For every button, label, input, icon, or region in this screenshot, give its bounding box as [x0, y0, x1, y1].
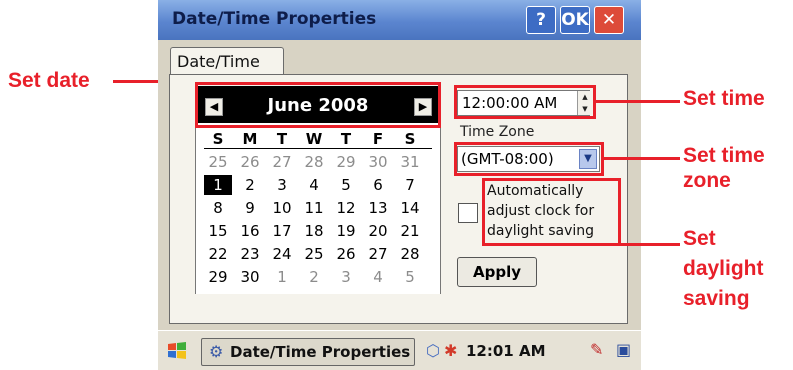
calendar-day[interactable]: 11	[300, 198, 328, 218]
calendar-day[interactable]: 2	[236, 175, 264, 195]
dst-checkbox[interactable]	[458, 203, 478, 223]
system-tray: ⬡ ✱ 12:01 AM	[426, 337, 574, 367]
calendar-day[interactable]: 25	[204, 152, 232, 172]
calendar-day[interactable]: 8	[204, 198, 232, 218]
calendar-day[interactable]: 17	[268, 221, 296, 241]
calendar-day[interactable]: 24	[268, 244, 296, 264]
help-button[interactable]: ?	[526, 6, 556, 34]
calendar-day[interactable]: 1	[268, 267, 296, 287]
tab-date-time[interactable]: Date/Time	[170, 47, 284, 75]
calendar-day[interactable]: 7	[396, 175, 424, 195]
start-icon[interactable]	[165, 339, 189, 363]
calendar-day[interactable]: 5	[396, 267, 424, 287]
calendar-day-selected[interactable]: 1	[204, 175, 232, 195]
desktop-icon[interactable]: ▣	[616, 340, 631, 359]
connection-icon[interactable]: ✱	[444, 341, 457, 360]
calendar-day[interactable]: 27	[268, 152, 296, 172]
weekday-header: S	[212, 130, 224, 148]
calendar-day[interactable]: 10	[268, 198, 296, 218]
callout-line-set-dst	[621, 243, 680, 246]
network-icon[interactable]: ⬡	[426, 341, 440, 360]
calendar-day[interactable]: 28	[396, 244, 424, 264]
calendar-day[interactable]: 12	[332, 198, 360, 218]
calendar-day[interactable]: 16	[236, 221, 264, 241]
calendar-day[interactable]: 27	[364, 244, 392, 264]
ok-button[interactable]: OK	[560, 6, 590, 34]
window-title: Date/Time Properties	[172, 9, 377, 29]
calendar-day[interactable]: 22	[204, 244, 232, 264]
callout-line-set-time	[596, 100, 680, 103]
weekday-header: T	[276, 130, 288, 148]
weekday-header: W	[305, 130, 323, 148]
callout-line-set-timezone	[604, 157, 680, 160]
apply-button[interactable]: Apply	[457, 257, 537, 287]
calendar-day[interactable]: 31	[396, 152, 424, 172]
calendar-day[interactable]: 28	[300, 152, 328, 172]
taskbar-clock[interactable]: 12:01 AM	[466, 342, 546, 360]
weekday-header: F	[372, 130, 384, 148]
calendar-day[interactable]: 23	[236, 244, 264, 264]
calendar-divider	[204, 148, 432, 149]
calendar-day[interactable]: 29	[204, 267, 232, 287]
title-bar: Date/Time Properties ? OK ✕	[158, 0, 641, 40]
calendar-day[interactable]: 15	[204, 221, 232, 241]
callout-set-dst-line1: Set	[683, 227, 716, 250]
calendar-day[interactable]: 30	[236, 267, 264, 287]
callout-set-date: Set date	[8, 69, 90, 92]
calendar-day[interactable]: 9	[236, 198, 264, 218]
calendar-day[interactable]: 26	[236, 152, 264, 172]
calendar-day[interactable]: 3	[332, 267, 360, 287]
calendar-day[interactable]: 25	[300, 244, 328, 264]
calendar-day[interactable]: 2	[300, 267, 328, 287]
callout-set-dst-line2: daylight	[683, 257, 764, 280]
calendar-day[interactable]: 3	[268, 175, 296, 195]
callout-set-time: Set time	[683, 87, 765, 110]
calendar-day[interactable]: 20	[364, 221, 392, 241]
calendar-day[interactable]: 4	[300, 175, 328, 195]
taskbar: ⚙ Date/Time Properties ⬡ ✱ 12:01 AM ✎ ▣	[158, 330, 641, 370]
weekday-header: T	[340, 130, 352, 148]
taskbar-window-button[interactable]: ⚙ Date/Time Properties	[201, 338, 415, 366]
calendar-day[interactable]: 29	[332, 152, 360, 172]
calendar-day[interactable]: 5	[332, 175, 360, 195]
weekday-header: S	[404, 130, 416, 148]
time-zone-label: Time Zone	[460, 124, 535, 140]
highlight-month-bar	[195, 82, 441, 128]
calendar-day[interactable]: 26	[332, 244, 360, 264]
clock-icon: ⚙	[209, 342, 224, 361]
input-panel-icon[interactable]: ✎	[590, 340, 603, 359]
calendar-day[interactable]: 4	[364, 267, 392, 287]
callout-set-timezone-line2: zone	[683, 169, 731, 192]
highlight-dst	[482, 178, 621, 246]
device-screen: Date/Time Properties ? OK ✕ Date/Time ◀ …	[158, 0, 641, 370]
calendar-day[interactable]: 19	[332, 221, 360, 241]
highlight-timezone	[454, 142, 604, 176]
calendar-day[interactable]: 21	[396, 221, 424, 241]
highlight-time	[454, 85, 596, 119]
calendar-day[interactable]: 6	[364, 175, 392, 195]
callout-set-dst-line3: saving	[683, 287, 750, 310]
weekday-header: M	[242, 130, 258, 148]
close-button[interactable]: ✕	[594, 6, 624, 34]
calendar-day[interactable]: 18	[300, 221, 328, 241]
calendar-day[interactable]: 14	[396, 198, 424, 218]
callout-set-timezone-line1: Set time	[683, 144, 765, 167]
calendar-day[interactable]: 13	[364, 198, 392, 218]
calendar-day[interactable]: 30	[364, 152, 392, 172]
taskbar-window-label: Date/Time Properties	[230, 343, 411, 361]
